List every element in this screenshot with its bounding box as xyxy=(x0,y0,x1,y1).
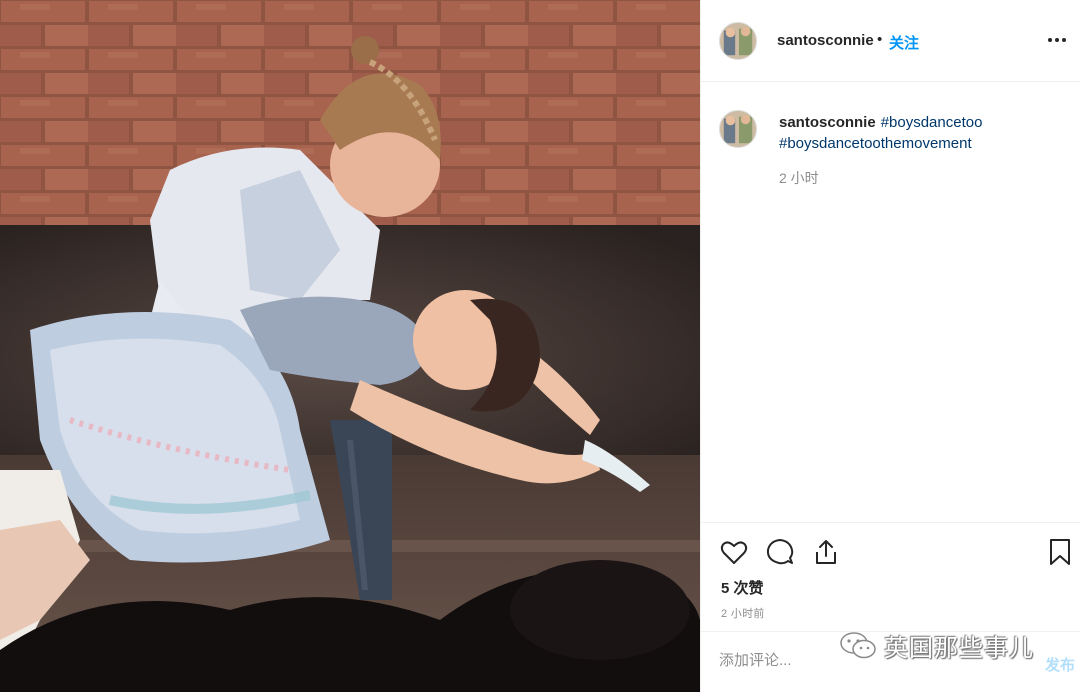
like-button[interactable] xyxy=(719,537,749,567)
follow-button[interactable]: 关注 xyxy=(889,32,919,53)
separator-dot: • xyxy=(877,31,883,48)
comment-form: 发布 xyxy=(701,631,1080,692)
ellipsis-dot xyxy=(1055,38,1059,42)
share-upload-icon xyxy=(816,540,836,564)
hashtag-link[interactable]: #boysdancetoo xyxy=(881,114,983,131)
ellipsis-dot xyxy=(1062,38,1066,42)
comment-bubble-icon xyxy=(766,539,794,565)
caption-text: santosconnie #boysdancetoo #boysdancetoot… xyxy=(779,112,1059,154)
post-photo[interactable] xyxy=(0,0,700,692)
caption-username-link[interactable]: santosconnie xyxy=(779,114,876,131)
share-button[interactable] xyxy=(811,537,841,567)
caption-timestamp: 2 小时 xyxy=(779,170,819,186)
like-count[interactable]: 5 次赞 xyxy=(721,577,764,598)
post-details-panel: santosconnie • 关注 santosconnie #boysdance… xyxy=(700,0,1080,692)
author-avatar[interactable] xyxy=(719,22,757,60)
post-header: santosconnie • 关注 xyxy=(701,0,1080,82)
author-username-link[interactable]: santosconnie xyxy=(777,32,874,49)
hashtag-link[interactable]: #boysdancetoothemovement xyxy=(779,135,972,152)
ballet-photo-image xyxy=(0,0,700,692)
avatar-photo-icon xyxy=(720,111,756,147)
post-actions-section: 5 次赞 2 小时前 发布 xyxy=(701,522,1080,692)
heart-icon xyxy=(720,541,748,564)
caption-author-avatar[interactable] xyxy=(719,110,757,148)
save-button[interactable] xyxy=(1045,537,1075,567)
avatar-photo-icon xyxy=(720,23,756,59)
comment-button[interactable] xyxy=(765,537,795,567)
comment-input[interactable] xyxy=(719,652,959,669)
post-timestamp[interactable]: 2 小时前 xyxy=(721,605,765,621)
bookmark-icon xyxy=(1050,539,1070,565)
ellipsis-icon xyxy=(1048,38,1052,42)
more-options-button[interactable] xyxy=(1043,28,1071,52)
publish-comment-button[interactable]: 发布 xyxy=(1045,654,1075,675)
